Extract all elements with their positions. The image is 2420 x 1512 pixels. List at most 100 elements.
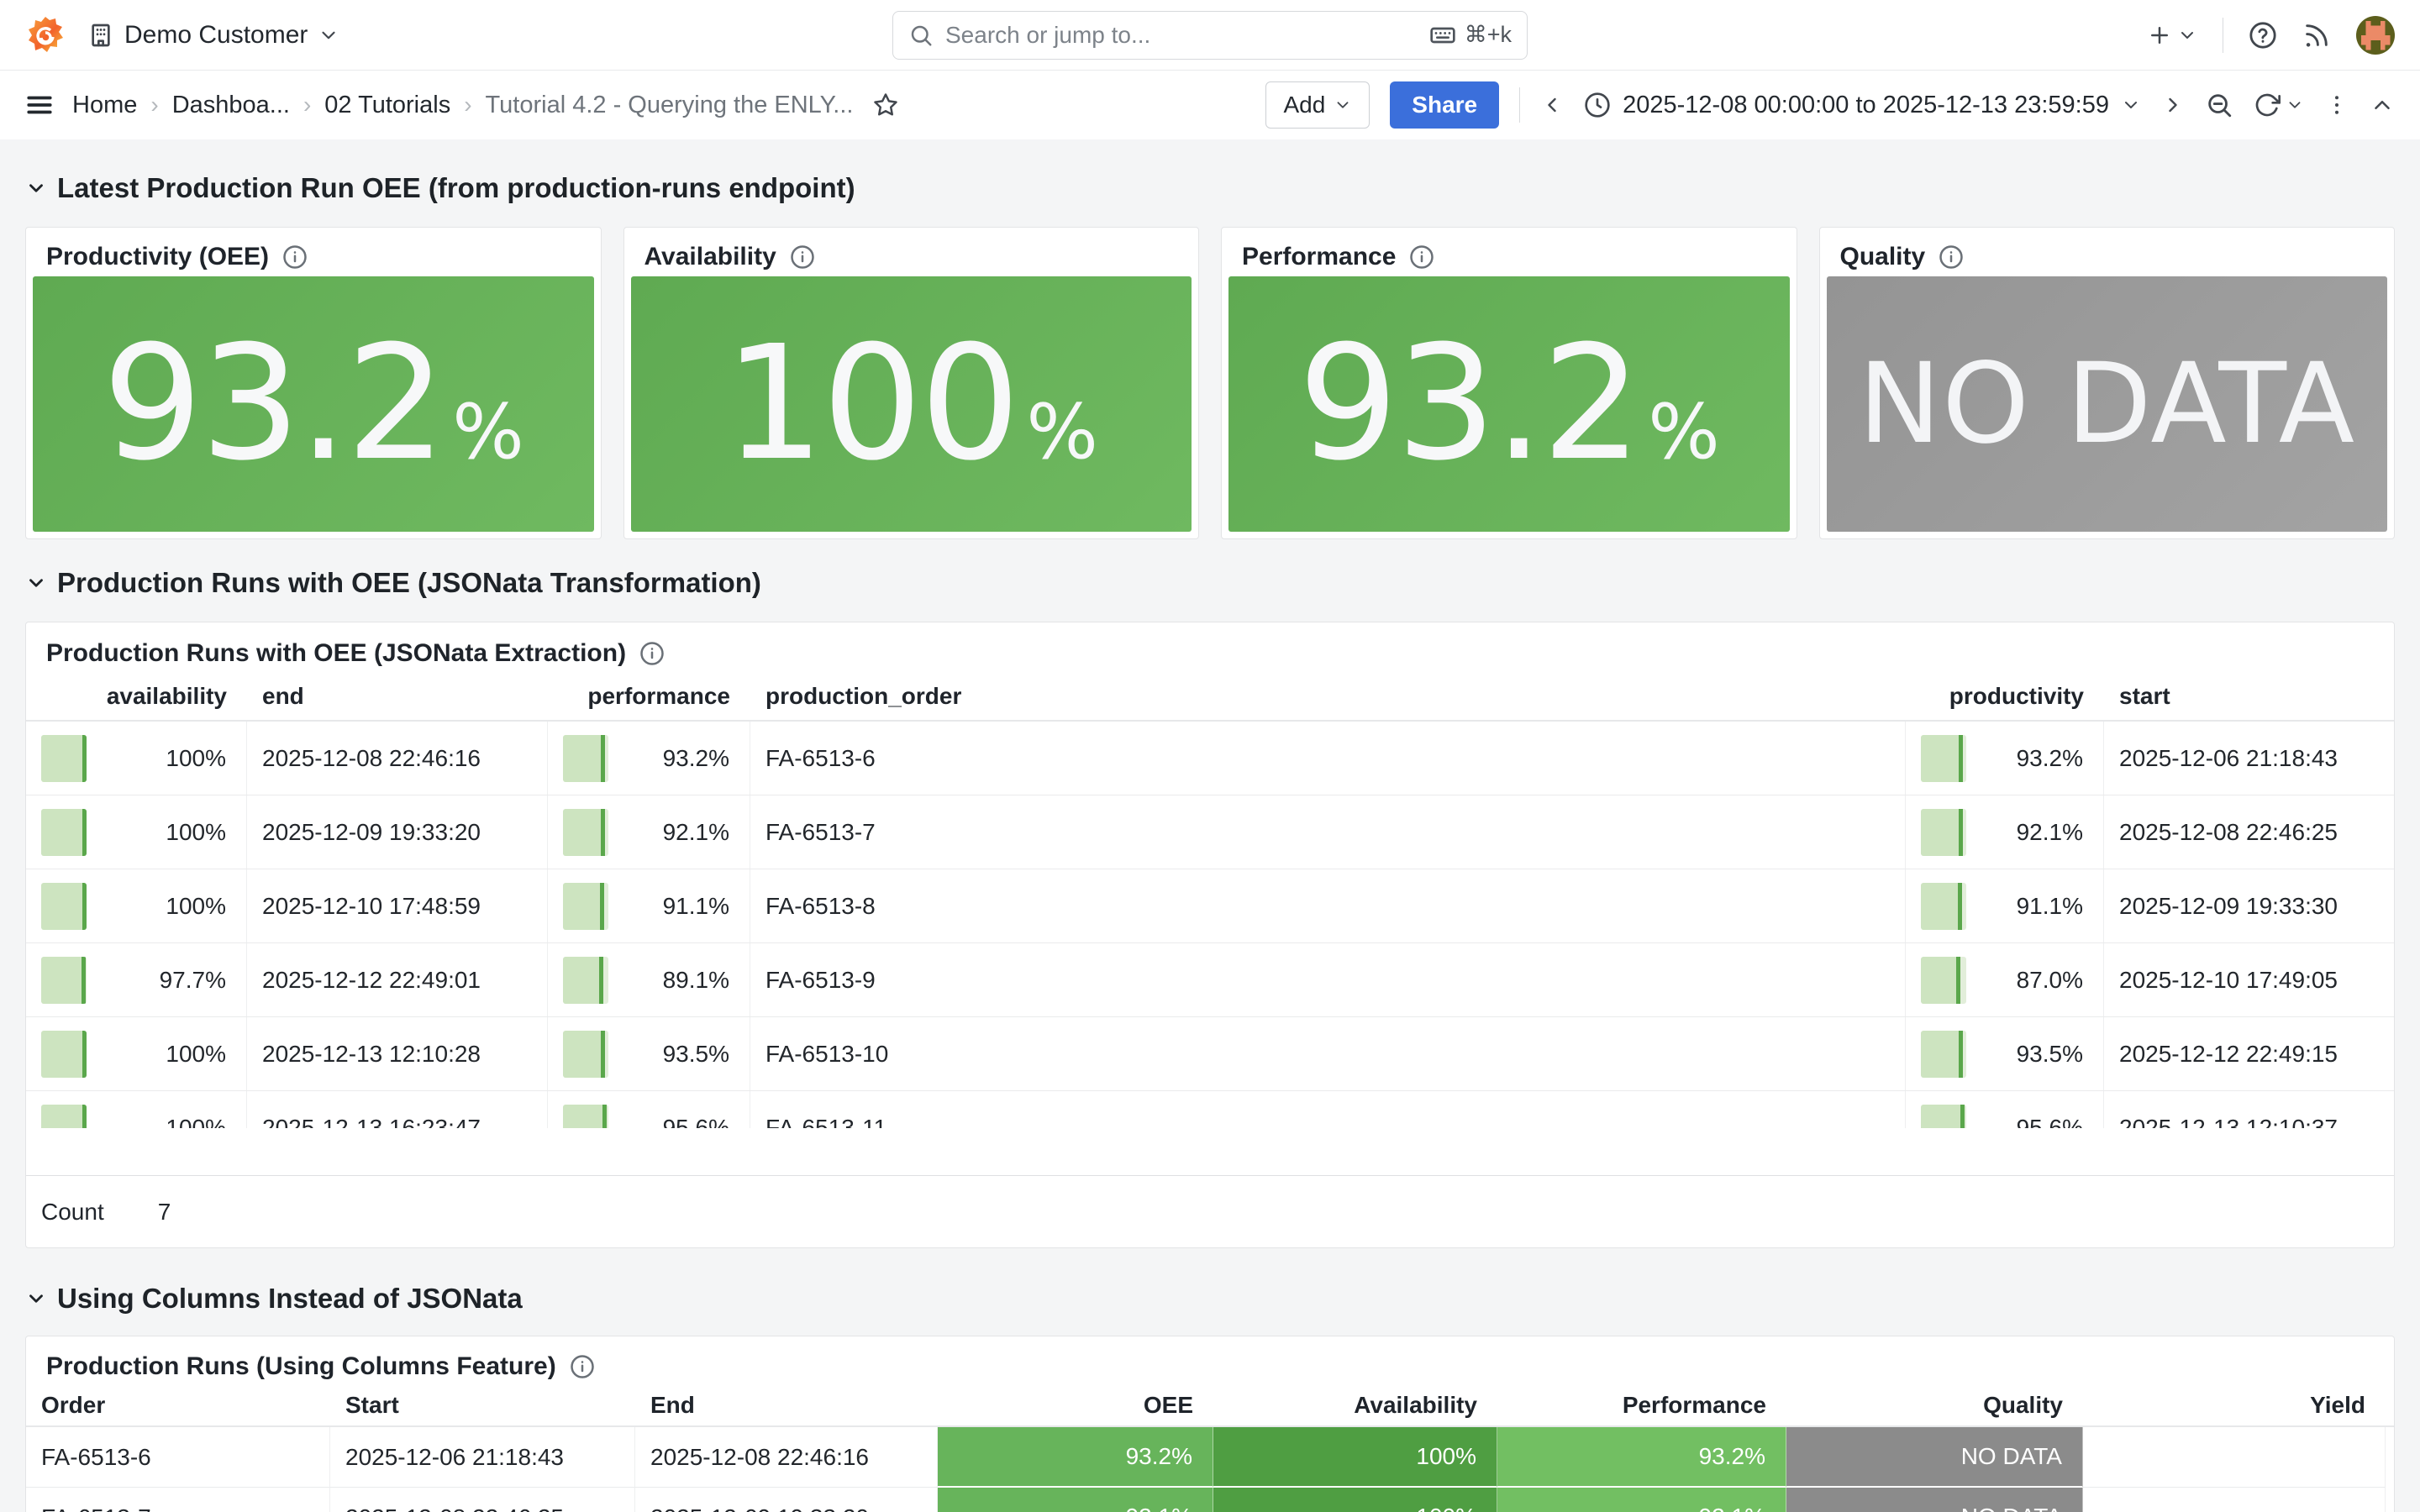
share-button[interactable]: Share (1390, 81, 1499, 129)
rss-icon (2302, 21, 2331, 50)
chevron-down-icon (25, 177, 47, 199)
cell-end: 2025-12-12 22:49:01 (247, 943, 548, 1016)
kebab-menu-icon[interactable] (2324, 92, 2349, 118)
column-header-performance[interactable]: Performance (1497, 1385, 1786, 1425)
table-row: FA-6513-6 2025-12-06 21:18:43 2025-12-08… (26, 1427, 2394, 1488)
column-header-end[interactable]: End (635, 1385, 938, 1425)
breadcrumb-folder[interactable]: 02 Tutorials (324, 92, 450, 119)
help-icon (2249, 21, 2277, 50)
cell-oee: 93.2% (938, 1427, 1213, 1488)
cell-start: 2025-12-12 22:49:15 (2104, 1017, 2392, 1090)
breadcrumb-home[interactable]: Home (72, 92, 137, 119)
panel-title[interactable]: Productivity (OEE) (46, 243, 269, 271)
cell-production-order: FA-6513-6 (750, 722, 1906, 795)
cell-availability: 100% (26, 795, 247, 869)
info-icon[interactable] (570, 1354, 595, 1379)
cell-productivity: 95.6% (1906, 1091, 2104, 1128)
cell-start: 2025-12-09 19:33:30 (2104, 869, 2392, 942)
cell-performance: 95.6% (548, 1091, 750, 1128)
chevron-down-icon (318, 24, 339, 46)
column-header-availability[interactable]: Availability (1213, 1385, 1497, 1425)
column-header-performance[interactable]: performance (548, 673, 750, 720)
column-header-quality[interactable]: Quality (1786, 1385, 2083, 1425)
cell-end: 2025-12-08 22:46:16 (247, 722, 548, 795)
org-switcher[interactable]: Demo Customer (87, 21, 339, 50)
time-back-button[interactable] (1540, 93, 1564, 117)
chevron-down-icon (2286, 96, 2304, 114)
gauge-bar (563, 883, 608, 930)
info-icon[interactable] (282, 244, 308, 270)
refresh-button[interactable] (2254, 92, 2304, 118)
news-button[interactable] (2302, 21, 2331, 50)
user-avatar[interactable] (2356, 16, 2395, 55)
info-icon[interactable] (790, 244, 815, 270)
keyboard-icon (1429, 22, 1456, 49)
chevron-down-icon (2121, 95, 2141, 115)
cell-start: 2025-12-06 21:18:43 (330, 1427, 635, 1488)
refresh-icon (2254, 92, 2281, 118)
toolbar-actions: Add Share 2025-12-08 00:00:00 to 2025-12… (1265, 81, 2395, 129)
gauge-bar (563, 809, 608, 856)
cell-availability: 100% (26, 1017, 247, 1090)
section-title: Production Runs with OEE (JSONata Transf… (57, 567, 761, 599)
cell-production-order: FA-6513-10 (750, 1017, 1906, 1090)
gauge-bar (41, 735, 87, 782)
add-button[interactable]: Add (1265, 81, 1370, 129)
search-icon (908, 23, 934, 48)
panel-title[interactable]: Availability (644, 243, 776, 271)
section-title: Using Columns Instead of JSONata (57, 1283, 523, 1315)
panel-title[interactable]: Production Runs with OEE (JSONata Extrac… (46, 639, 626, 668)
cell-end: 2025-12-09 19:33:20 (635, 1488, 938, 1512)
section-jsonata[interactable]: Production Runs with OEE (JSONata Transf… (25, 559, 2395, 606)
cell-end: 2025-12-10 17:48:59 (247, 869, 548, 942)
section-columns[interactable]: Using Columns Instead of JSONata (25, 1275, 2395, 1322)
info-icon[interactable] (1409, 244, 1434, 270)
panel-title[interactable]: Quality (1840, 243, 1926, 271)
avatar-pixel-art (2356, 16, 2395, 55)
gauge-bar (563, 735, 608, 782)
table-row-partial: FA-6513-7 2025-12-08 22:46:25 2025-12-09… (26, 1488, 2394, 1512)
cell-yield (2083, 1427, 2386, 1488)
stat-value-area: 93.2% (1228, 276, 1790, 532)
star-icon[interactable] (873, 92, 898, 118)
section-latest-oee[interactable]: Latest Production Run OEE (from producti… (25, 165, 2395, 212)
column-header-availability[interactable]: availability (26, 673, 247, 720)
column-header-oee[interactable]: OEE (938, 1385, 1213, 1425)
search-input[interactable]: Search or jump to... ⌘+k (892, 11, 1528, 60)
info-icon[interactable] (639, 641, 665, 666)
time-forward-button[interactable] (2161, 93, 2185, 117)
zoom-out-button[interactable] (2205, 91, 2233, 119)
breadcrumb-dashboards[interactable]: Dashboa... (172, 92, 290, 119)
column-header-yield[interactable]: Yield (2083, 1385, 2386, 1425)
collapse-chrome-button[interactable] (2370, 92, 2395, 118)
cell-productivity: 93.5% (1906, 1017, 2104, 1090)
panel-title[interactable]: Production Runs (Using Columns Feature) (46, 1352, 556, 1381)
cell-end: 2025-12-09 19:33:20 (247, 795, 548, 869)
table-row: 100% 2025-12-10 17:48:59 91.1% FA-6513-8… (26, 869, 2394, 943)
gauge-bar (563, 957, 608, 1004)
new-menu-button[interactable] (2147, 23, 2197, 48)
column-header-start[interactable]: Start (330, 1385, 635, 1425)
grafana-logo-icon[interactable] (25, 15, 66, 55)
column-header-start[interactable]: start (2104, 673, 2392, 720)
gauge-bar (1921, 883, 1966, 930)
time-range-label: 2025-12-08 00:00:00 to 2025-12-13 23:59:… (1623, 92, 2109, 119)
column-header-order[interactable]: Order (26, 1385, 330, 1425)
dashboard-toolbar: Home › Dashboa... › 02 Tutorials › Tutor… (0, 71, 2420, 139)
table-header-row: Order Start End OEE Availability Perform… (26, 1385, 2394, 1427)
cell-production-order: FA-6513-8 (750, 869, 1906, 942)
cell-availability: 100% (26, 1091, 247, 1128)
info-icon[interactable] (1939, 244, 1964, 270)
cell-productivity: 91.1% (1906, 869, 2104, 942)
panel-title[interactable]: Performance (1242, 243, 1396, 271)
stat-value: 93.2 (1298, 325, 1640, 483)
cell-oee: 92.1% (938, 1488, 1213, 1512)
cell-yield (2083, 1488, 2386, 1512)
column-header-production-order[interactable]: production_order (750, 673, 1906, 720)
cell-order: FA-6513-6 (26, 1427, 330, 1488)
column-header-end[interactable]: end (247, 673, 548, 720)
menu-icon[interactable] (25, 91, 54, 119)
column-header-productivity[interactable]: productivity (1906, 673, 2104, 720)
help-button[interactable] (2249, 21, 2277, 50)
time-range-picker[interactable]: 2025-12-08 00:00:00 to 2025-12-13 23:59:… (1584, 92, 2141, 119)
